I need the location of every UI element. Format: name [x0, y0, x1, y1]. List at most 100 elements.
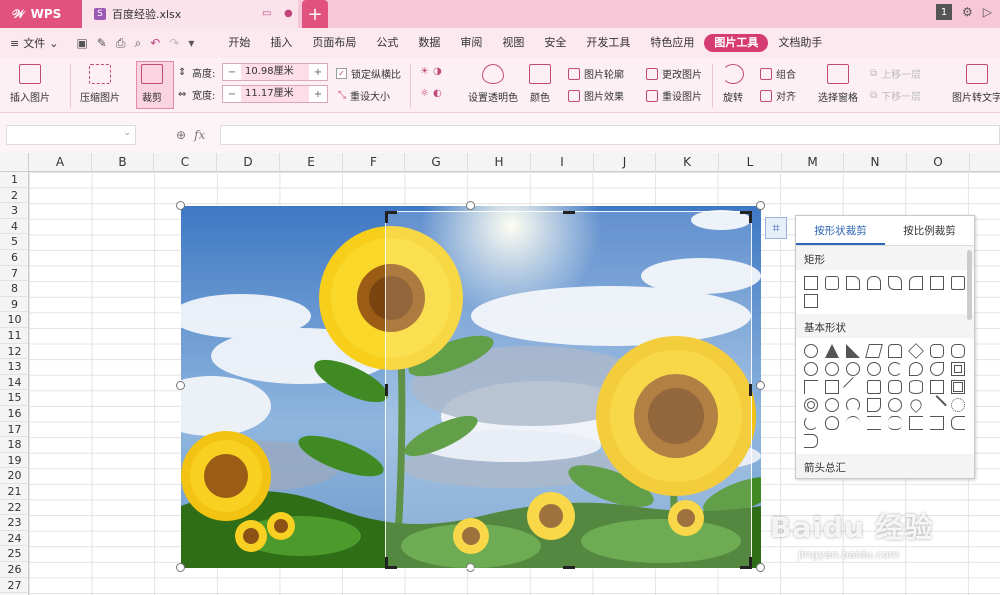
zoom-icon[interactable]: ⊕	[176, 128, 186, 142]
no-symbol-shape-icon[interactable]	[825, 398, 839, 412]
resize-handle-n[interactable]	[466, 201, 475, 210]
tab-features[interactable]: 特色应用	[640, 34, 704, 52]
round-corner-shape-icon[interactable]	[909, 276, 923, 290]
decagon-shape-icon[interactable]	[846, 362, 860, 376]
print-icon[interactable]: ⎙	[116, 36, 126, 51]
formula-input[interactable]	[220, 125, 1000, 145]
row-header[interactable]: 27	[0, 578, 28, 594]
row-header[interactable]: 13	[0, 359, 28, 375]
window-switch-icon[interactable]: ▭	[262, 8, 271, 19]
brightness-down-icon[interactable]: ☼	[420, 88, 429, 99]
window-count-badge[interactable]: 1	[936, 4, 952, 20]
row-header[interactable]: 21	[0, 484, 28, 500]
crop-button-content[interactable]: 裁剪	[141, 58, 163, 104]
group-button[interactable]: 组合	[760, 66, 796, 81]
new-tab-button[interactable]: +	[302, 0, 328, 28]
rotate-button[interactable]: 旋转	[722, 58, 744, 104]
tab-review[interactable]: 审阅	[450, 34, 492, 52]
file-tab[interactable]: S 百度经验.xlsx ▭ ●	[82, 0, 298, 28]
chord-shape-icon[interactable]	[909, 362, 923, 376]
row-header[interactable]: 1	[0, 172, 28, 188]
round-top-shape-icon[interactable]	[867, 276, 881, 290]
can-shape-icon[interactable]	[909, 380, 923, 394]
color-button[interactable]: 颜色	[529, 58, 551, 104]
column-header[interactable]: G	[405, 153, 468, 172]
brightness-buttons[interactable]: ☀ ◑	[420, 66, 442, 77]
row-header[interactable]: 15	[0, 390, 28, 406]
contrast-up-icon[interactable]: ◑	[433, 66, 442, 77]
tab-home[interactable]: 开始	[218, 34, 260, 52]
resize-handle-se[interactable]	[756, 563, 765, 572]
column-header[interactable]: D	[217, 153, 280, 172]
resize-handle-ne[interactable]	[756, 201, 765, 210]
brightness-up-icon[interactable]: ☀	[420, 66, 429, 77]
column-header[interactable]: N	[844, 153, 907, 172]
column-header[interactable]: I	[531, 153, 594, 172]
diamond-shape-icon[interactable]	[908, 343, 924, 359]
print-preview-icon[interactable]: ⌕	[134, 36, 141, 51]
undo-icon[interactable]: ↶	[150, 36, 160, 51]
redo-icon[interactable]: ↷	[169, 36, 179, 51]
snip-corner-shape-icon[interactable]	[846, 276, 860, 290]
width-decrement-button[interactable]: −	[223, 89, 241, 100]
row-header[interactable]: 22	[0, 500, 28, 516]
row-header[interactable]: 24	[0, 531, 28, 547]
row-header[interactable]: 10	[0, 312, 28, 328]
left-bracket-shape-icon[interactable]	[909, 416, 923, 430]
crop-handle-ne[interactable]	[740, 211, 752, 223]
save-icon[interactable]: ▣	[76, 36, 87, 51]
crop-handle-n[interactable]	[563, 211, 575, 214]
crop-handle-w[interactable]	[385, 384, 388, 396]
row-header[interactable]: 19	[0, 453, 28, 469]
picture-effects-button[interactable]: 图片效果	[568, 88, 624, 103]
row-header[interactable]: 16	[0, 406, 28, 422]
select-all-corner[interactable]	[0, 153, 29, 172]
row-header[interactable]: 3	[0, 203, 28, 219]
row-header[interactable]: 4	[0, 219, 28, 235]
row-header[interactable]: 11	[0, 328, 28, 344]
tab-security[interactable]: 安全	[534, 34, 576, 52]
tab-doc-assistant[interactable]: 文档助手	[768, 34, 832, 52]
double-brace-shape-icon[interactable]	[888, 416, 902, 430]
crop-region[interactable]	[385, 211, 752, 569]
column-header[interactable]: L	[719, 153, 782, 172]
parallelogram-shape-icon[interactable]	[865, 344, 883, 358]
row-header[interactable]: 7	[0, 266, 28, 282]
customize-toolbar-icon[interactable]: ▾	[188, 36, 194, 51]
wps-home-tab[interactable]: 𝒲 WPS	[0, 0, 82, 28]
row-header[interactable]: 2	[0, 188, 28, 204]
width-increment-button[interactable]: +	[309, 89, 327, 100]
lock-ratio-checkbox[interactable]: ✓ 锁定纵横比	[336, 66, 401, 81]
tab-insert[interactable]: 插入	[260, 34, 302, 52]
height-value[interactable]: 10.98厘米	[241, 64, 309, 80]
reset-size-button[interactable]: ⤡ 重设大小	[338, 88, 390, 103]
crop-handle-s[interactable]	[563, 566, 575, 569]
pentagon-shape-icon[interactable]	[930, 344, 944, 358]
frame-shape-icon[interactable]	[951, 362, 965, 376]
column-header[interactable]: M	[782, 153, 844, 172]
row-header[interactable]: 23	[0, 515, 28, 531]
diagonal-stripe-shape-icon[interactable]	[843, 377, 863, 397]
column-header[interactable]: E	[280, 153, 343, 172]
column-header[interactable]: J	[594, 153, 656, 172]
row-header[interactable]: 14	[0, 375, 28, 391]
column-header[interactable]: K	[656, 153, 719, 172]
cross-shape-icon[interactable]	[867, 380, 881, 394]
tab-page-layout[interactable]: 页面布局	[302, 34, 366, 52]
column-header[interactable]: H	[468, 153, 531, 172]
picture-outline-button[interactable]: 图片轮廓	[568, 66, 624, 81]
resize-handle-sw[interactable]	[176, 563, 185, 572]
tab-formulas[interactable]: 公式	[366, 34, 408, 52]
row-header[interactable]: 25	[0, 546, 28, 562]
fx-icon[interactable]: fx	[194, 128, 205, 142]
cube-shape-icon[interactable]	[930, 380, 944, 394]
row-header[interactable]: 5	[0, 234, 28, 250]
cloud-shape-icon[interactable]	[825, 416, 839, 430]
right-brace-shape-icon[interactable]	[804, 434, 818, 448]
dodecagon-shape-icon[interactable]	[867, 362, 881, 376]
row-header[interactable]: 8	[0, 281, 28, 297]
row-header[interactable]: 17	[0, 422, 28, 438]
name-box[interactable]: ⌄	[6, 125, 136, 145]
tab-crop-by-shape[interactable]: 按形状裁剪	[796, 216, 885, 245]
format-painter-icon[interactable]: ✎	[97, 36, 107, 51]
